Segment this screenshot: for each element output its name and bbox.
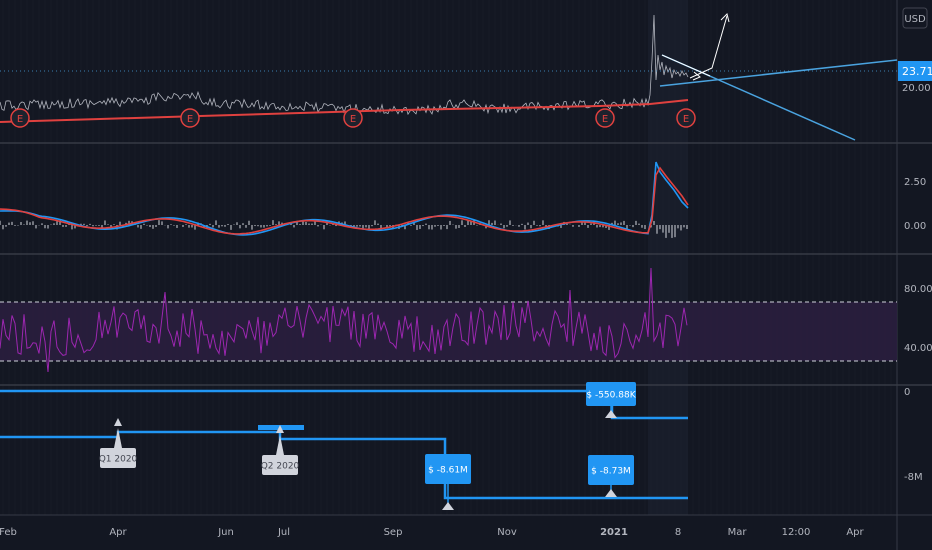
rsi-tick: 80.00 xyxy=(904,284,932,295)
flag-label: Q2 2020 xyxy=(261,462,300,472)
earnings-marker: E xyxy=(10,108,30,128)
time-axis-tick: Jul xyxy=(277,527,290,538)
earnings-marker-label: E xyxy=(350,114,356,125)
price-label-text: 23.71 xyxy=(902,65,932,78)
earnings-marker-label: E xyxy=(602,114,608,125)
chart-svg[interactable]: E E E E E USD 20.00 23.71 2.50 0.00 80.00 40.00 Q1 2… xyxy=(0,0,932,550)
flag-label: $ -550.88K xyxy=(586,391,636,401)
time-axis-tick: Apr xyxy=(846,527,864,538)
macd-tick: 0.00 xyxy=(904,221,926,232)
earnings-marker-label: E xyxy=(683,114,689,125)
financials-tick: -8M xyxy=(904,472,923,483)
chart-root: E E E E E USD 20.00 23.71 2.50 0.00 80.00 40.00 Q1 2… xyxy=(0,0,932,550)
earnings-marker: E xyxy=(343,108,363,128)
flag-label: $ -8.73M xyxy=(591,467,631,477)
earnings-marker: E xyxy=(180,108,200,128)
flag-label: $ -8.61M xyxy=(428,466,468,476)
time-axis-tick: Feb xyxy=(0,527,17,538)
rsi-tick: 40.00 xyxy=(904,343,932,354)
time-axis-tick: Apr xyxy=(109,527,127,538)
session-highlight xyxy=(648,0,688,515)
currency-label: USD xyxy=(904,14,926,25)
earnings-marker: E xyxy=(676,108,696,128)
time-axis-tick: 12:00 xyxy=(782,527,811,538)
earnings-marker-label: E xyxy=(17,114,23,125)
time-axis-tick: Sep xyxy=(384,527,403,538)
time-axis-tick: Jun xyxy=(217,527,234,538)
time-axis-tick: 2021 xyxy=(600,527,628,538)
time-axis-tick: Mar xyxy=(728,527,748,538)
macd-tick: 2.50 xyxy=(904,177,926,188)
earnings-marker: E xyxy=(595,108,615,128)
earnings-marker-label: E xyxy=(187,114,193,125)
flag-label: Q1 2020 xyxy=(99,455,138,465)
price-tick: 20.00 xyxy=(902,83,931,94)
time-axis-tick: Nov xyxy=(497,527,517,538)
time-axis-tick: 8 xyxy=(675,527,681,538)
financials-tick: 0 xyxy=(904,387,910,398)
